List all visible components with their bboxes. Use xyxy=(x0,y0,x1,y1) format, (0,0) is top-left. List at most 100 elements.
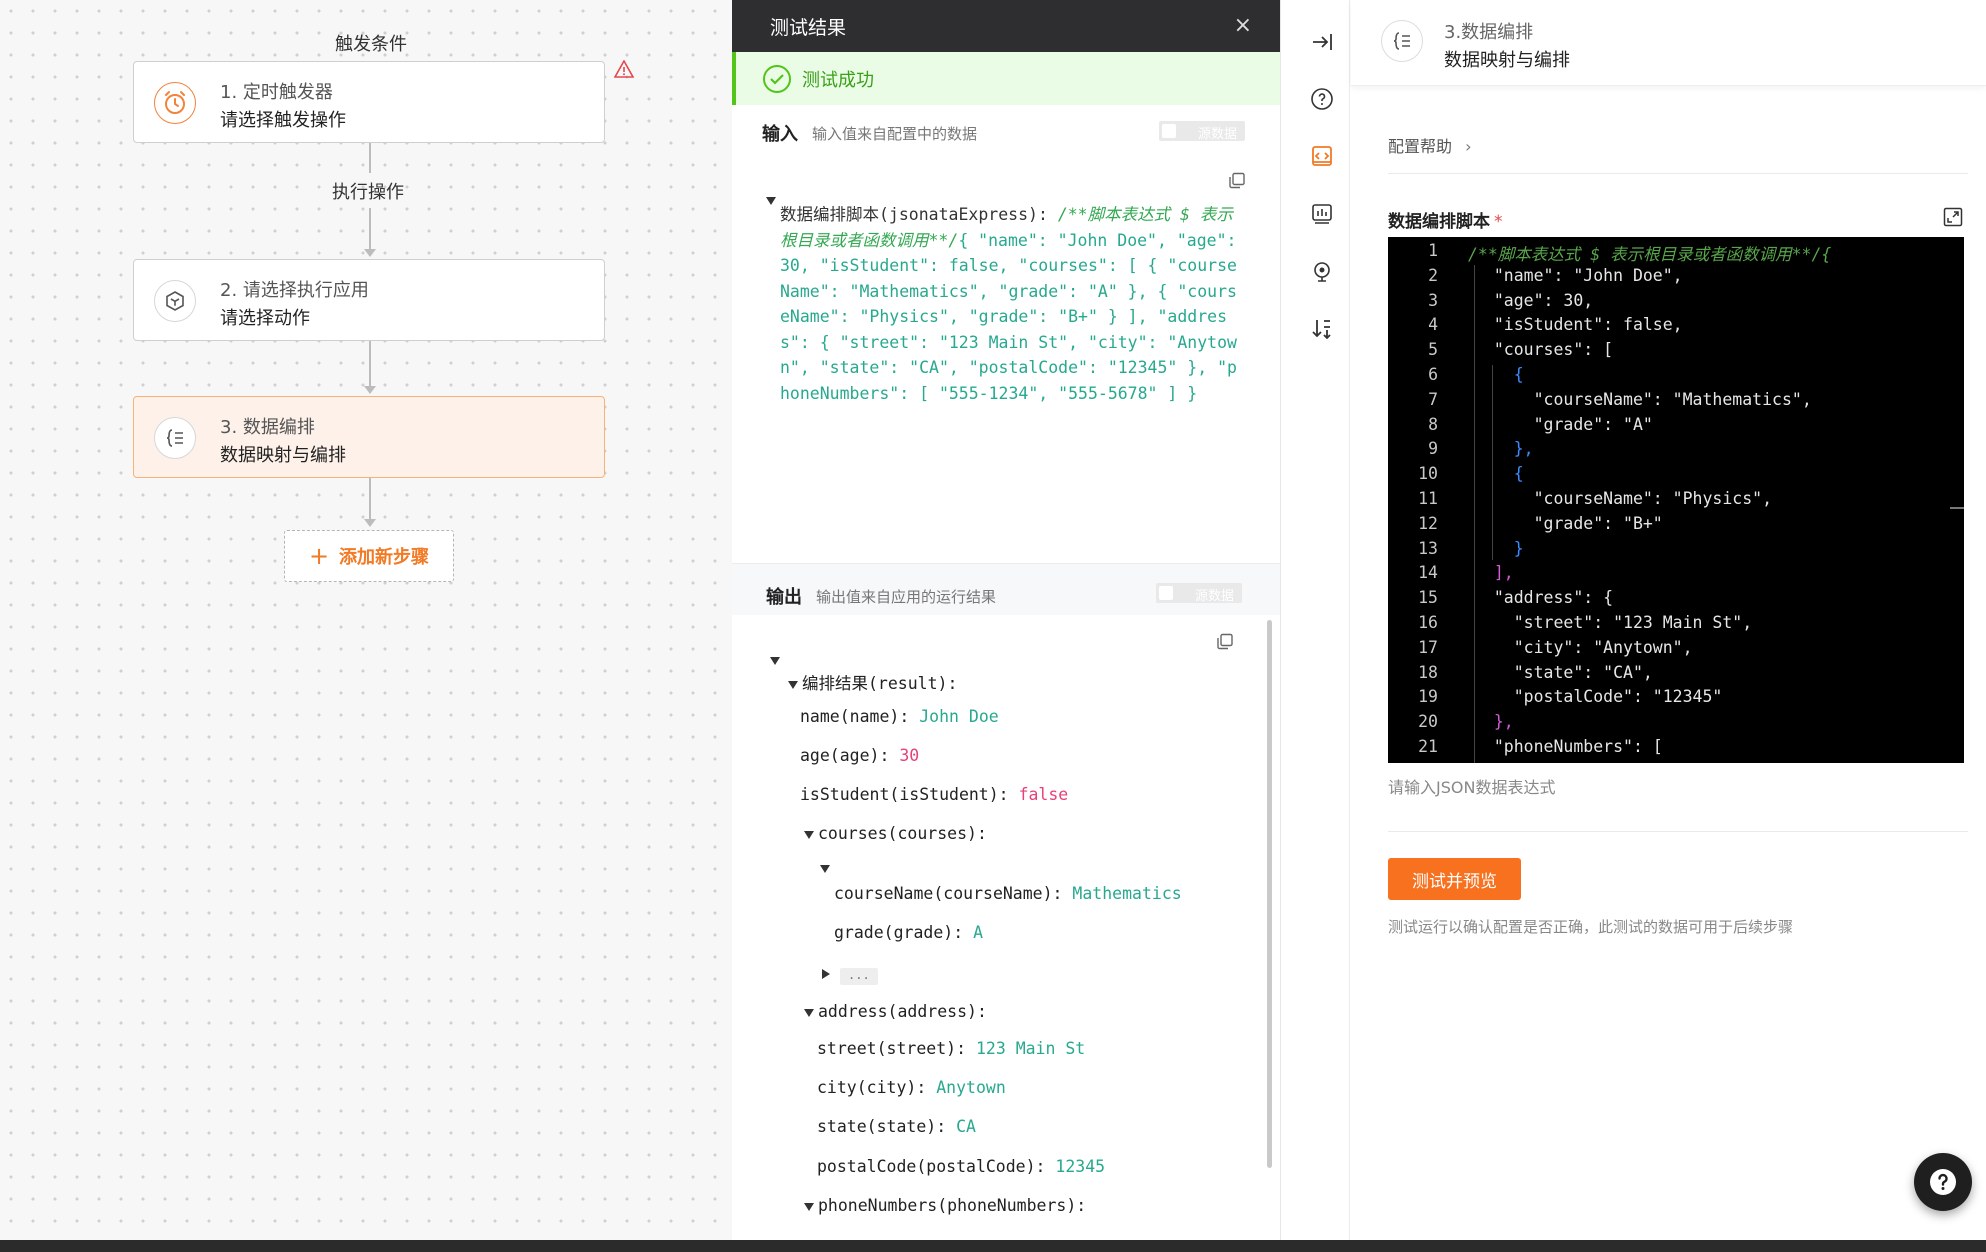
code-line: "courseName": "Mathematics", xyxy=(1474,390,1812,409)
line-number: 13 xyxy=(1418,538,1438,558)
tree-row-isstudent: isStudent(isStudent): false xyxy=(800,785,1068,804)
tree-toggle-root[interactable] xyxy=(770,650,780,669)
toggle-knob xyxy=(1159,586,1173,600)
field-key: courses(courses): xyxy=(818,824,987,843)
toggle-knob xyxy=(1162,124,1176,138)
code-line: "city": "Anytown", xyxy=(1474,638,1693,657)
tree-row-age: age(age): 30 xyxy=(800,746,919,765)
code-line: ], xyxy=(1474,563,1514,582)
field-value: John Doe xyxy=(919,707,999,726)
test-panel-title: 测试结果 xyxy=(770,16,847,39)
toggle-label: 源数据 xyxy=(1194,589,1234,604)
icon-rail xyxy=(1294,0,1350,1240)
workflow-canvas[interactable]: 触发条件 1. 定时触发器 请选择触发操作 执行操作 2. 请选择执行应用 请选… xyxy=(0,0,732,1240)
code-icon[interactable] xyxy=(1308,142,1336,170)
field-key: city(city): xyxy=(817,1078,927,1097)
chart-icon[interactable] xyxy=(1308,200,1336,228)
raw-data-toggle-input[interactable]: 源数据 xyxy=(1159,121,1245,142)
node-data-orchestration[interactable]: 3. 数据编排 数据映射与编排 xyxy=(133,396,605,478)
field-key: grade(grade): xyxy=(834,923,964,942)
line-number: 1 xyxy=(1428,241,1438,260)
sort-icon[interactable] xyxy=(1308,315,1336,343)
output-scrollbar[interactable] xyxy=(1267,620,1272,1168)
input-subtitle: 输入值来自配置中的数据 xyxy=(812,124,978,143)
arrow-down-icon xyxy=(364,386,376,394)
line-number: 9 xyxy=(1428,439,1438,458)
code-line: }, xyxy=(1474,712,1514,731)
node-select-app[interactable]: 2. 请选择执行应用 请选择动作 xyxy=(133,259,605,341)
line-number: 11 xyxy=(1418,489,1438,508)
line-number: 18 xyxy=(1418,662,1438,682)
line-number: 17 xyxy=(1418,638,1438,657)
line-number: 21 xyxy=(1418,737,1438,756)
tree-node-result[interactable]: 编排结果(result): xyxy=(788,670,957,694)
help-float-button[interactable] xyxy=(1914,1153,1972,1211)
input-key: 数据编排脚本(jsonataExpress): xyxy=(780,205,1058,224)
fullscreen-icon[interactable] xyxy=(1943,207,1963,232)
tree-row-city: city(city): Anytown xyxy=(817,1078,1006,1097)
close-icon[interactable]: × xyxy=(1234,13,1252,38)
code-line: { xyxy=(1474,464,1524,483)
help-circle-icon[interactable] xyxy=(1308,85,1336,113)
config-help-link[interactable]: 配置帮助 › xyxy=(1388,133,1472,157)
warning-icon[interactable] xyxy=(613,59,635,83)
line-number: 4 xyxy=(1428,315,1438,334)
field-key: phoneNumbers(phoneNumbers): xyxy=(818,1196,1087,1215)
field-key: address(address): xyxy=(818,1002,987,1021)
tree-node-phonenumbers[interactable]: phoneNumbers(phoneNumbers): xyxy=(804,1196,1086,1215)
ellipsis-badge[interactable]: ... xyxy=(840,968,878,985)
test-panel-header: 测试结果 × xyxy=(732,0,1280,52)
field-value: Anytown xyxy=(936,1078,1006,1097)
trigger-condition-label: 触发条件 xyxy=(335,34,407,55)
input-json-view: 数据编排脚本(jsonataExpress): /**脚本表达式 $ 表示根目录… xyxy=(780,202,1246,406)
tree-node-collapsed[interactable]: ... xyxy=(822,964,878,985)
tree-row-postalcode: postalCode(postalCode): 12345 xyxy=(817,1157,1105,1176)
node-subtitle: 数据映射与编排 xyxy=(220,445,346,466)
code-line: "courses": [ xyxy=(1474,340,1614,359)
step-description: 数据映射与编排 xyxy=(1444,50,1570,71)
tree-toggle-course-0[interactable] xyxy=(820,858,830,877)
line-number: 3 xyxy=(1428,290,1438,310)
tree-node-address[interactable]: address(address): xyxy=(804,1002,987,1021)
add-step-button[interactable]: + 添加新步骤 xyxy=(284,530,454,582)
code-line: "courseName": "Physics", xyxy=(1474,489,1773,508)
copy-icon[interactable] xyxy=(1216,633,1234,656)
check-circle-icon xyxy=(763,64,791,93)
script-code-editor[interactable]: 1 2 3 4 5 6 7 8 9 10 11 12 13 14 15 16 1… xyxy=(1388,237,1964,763)
code-line: } xyxy=(1474,538,1524,558)
success-banner: 测试成功 xyxy=(732,52,1280,105)
raw-data-toggle-output[interactable]: 源数据 xyxy=(1156,583,1242,604)
tree-node-courses[interactable]: courses(courses): xyxy=(804,824,987,843)
code-line: "age": 30, xyxy=(1474,290,1594,310)
config-panel: 3.数据编排 数据映射与编排 配置帮助 › 数据编排脚本 * 1 2 3 4 5 … xyxy=(1351,0,1986,1240)
line-number: 5 xyxy=(1428,340,1438,359)
plus-icon: + xyxy=(308,542,330,570)
collapse-triangle-icon[interactable] xyxy=(766,190,776,210)
tree-row-coursename: courseName(courseName): Mathematics xyxy=(834,884,1182,903)
chevron-right-icon: › xyxy=(1465,137,1472,156)
connector-line xyxy=(369,478,371,520)
test-and-preview-button[interactable]: 测试并预览 xyxy=(1388,858,1521,900)
copy-icon[interactable] xyxy=(1228,172,1246,195)
success-text: 测试成功 xyxy=(802,69,874,91)
node-subtitle: 请选择动作 xyxy=(220,308,310,329)
cube-icon xyxy=(154,280,196,322)
line-number: 8 xyxy=(1428,414,1438,434)
node-timer-trigger[interactable]: 1. 定时触发器 请选择触发操作 xyxy=(133,61,605,143)
line-number: 14 xyxy=(1418,563,1438,582)
script-label-text: 数据编排脚本 xyxy=(1388,212,1490,232)
editor-scrollbar[interactable] xyxy=(1950,507,1964,509)
help-circle-icon xyxy=(1930,1169,1956,1195)
field-value: A xyxy=(973,923,984,942)
code-line: "street": "123 Main St", xyxy=(1474,613,1753,632)
field-key: postalCode(postalCode): xyxy=(817,1157,1046,1176)
collapse-right-icon[interactable] xyxy=(1308,28,1336,56)
toggle-label: 源数据 xyxy=(1197,127,1237,142)
code-line: "postalCode": "12345" xyxy=(1474,687,1723,706)
script-field-label: 数据编排脚本 * xyxy=(1388,207,1503,232)
input-title: 输入 xyxy=(762,124,798,145)
mapping-icon xyxy=(154,417,196,459)
alarm-clock-icon xyxy=(154,82,196,124)
location-icon[interactable] xyxy=(1308,258,1336,286)
add-step-label: 添加新步骤 xyxy=(339,547,430,568)
